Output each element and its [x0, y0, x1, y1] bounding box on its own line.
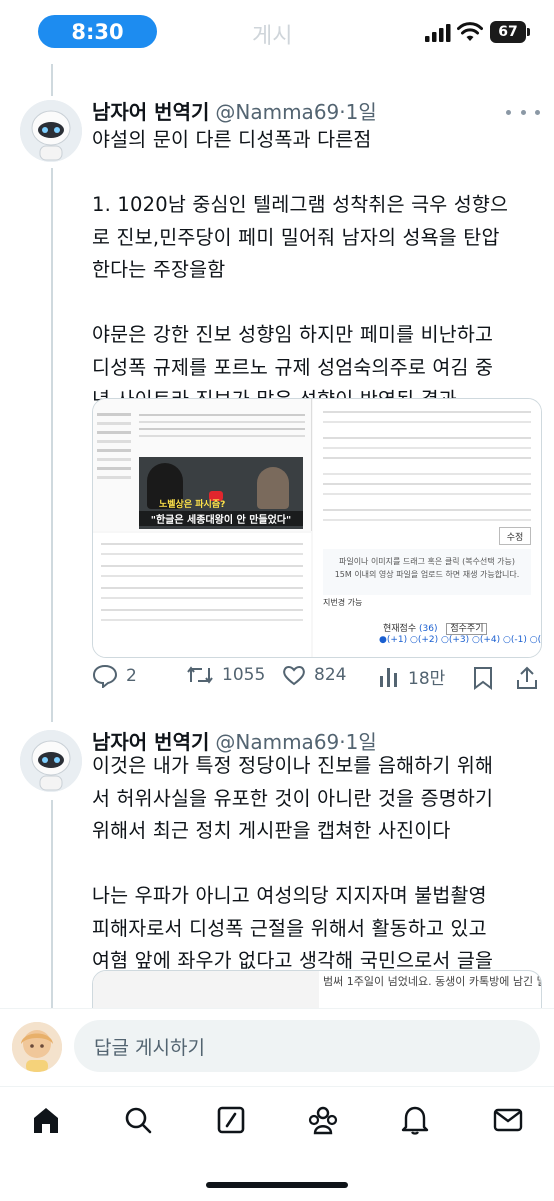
media-video-frame: 노벨상은 파시즘? "한글은 세종대왕이 안 만들었다" [139, 457, 303, 529]
media-left-panel: 노벨상은 파시즘? "한글은 세종대왕이 안 만들었다" [93, 399, 312, 531]
upload-note-2: 15M 이내의 영상 파일을 업로드 하면 재생 가능합니다. [334, 570, 520, 579]
share-icon[interactable] [516, 666, 538, 690]
battery-icon: 67 [490, 21, 526, 43]
media-preview-text: 범써 1주일이 넘었네요. 동생이 카톡방에 남긴 말, 캐나다사 [323, 975, 541, 988]
media-comments [93, 533, 311, 657]
bookmark-icon[interactable] [472, 666, 494, 690]
more-options-icon[interactable] [506, 102, 540, 122]
views-icon [380, 667, 397, 687]
video-label: 노벨상은 파시즘? [159, 500, 226, 510]
my-avatar[interactable] [12, 1022, 62, 1072]
video-caption: "한글은 세종대왕이 안 만들었다" [139, 511, 303, 526]
tab-messages[interactable] [488, 1100, 528, 1140]
display-name[interactable]: 남자어 번역기 [92, 100, 209, 124]
upload-note-1: 파일이나 이미지를 드래그 혹은 클릭 (복수선택 가능) [338, 557, 516, 566]
reply-input[interactable]: 답글 게시하기 [74, 1020, 540, 1072]
media-text-lines [139, 409, 305, 449]
tweet-header: 남자어 번역기 @Namma69·1일 [92, 96, 377, 125]
avatar-2[interactable] [20, 730, 82, 792]
thread-line-1 [51, 168, 53, 722]
tab-grok[interactable] [211, 1100, 251, 1140]
tweet-media[interactable]: 노벨상은 파시즘? "한글은 세종대왕이 안 만들었다" 수정 파일이나 이미지… [92, 398, 542, 658]
cellular-signal-icon [425, 24, 451, 42]
grok-icon [217, 1106, 245, 1134]
upload-box: 파일이나 이미지를 드래그 혹은 클릭 (복수선택 가능) 15M 이내의 영상… [323, 549, 531, 595]
reply-icon [92, 664, 118, 688]
score-button: 점수주기 [446, 623, 488, 635]
reply-button[interactable]: 2 [92, 664, 137, 688]
robot-avatar-icon [20, 730, 82, 792]
battery-nub [527, 28, 530, 36]
tab-notifications[interactable] [395, 1100, 435, 1140]
bell-icon [401, 1106, 429, 1135]
search-icon [125, 1107, 152, 1134]
thread-line-top [51, 64, 53, 96]
media-tags: 지번경 가능 [323, 598, 363, 607]
tab-communities[interactable] [303, 1100, 343, 1140]
user-handle[interactable]: @Namma69 [215, 100, 339, 124]
header-title: 게시 [252, 24, 293, 49]
tweet-text: 야설의 문이 다른 디성폭과 다른점 1. 1020남 중심인 텔레그램 성착취… [92, 128, 509, 411]
score-value: (36) [419, 624, 438, 634]
mail-icon [493, 1108, 523, 1132]
person-silhouette-icon-2 [257, 467, 289, 509]
views-button[interactable]: 18만 [378, 664, 445, 689]
like-count: 824 [314, 665, 347, 685]
score-options: ●(+1) ○(+2) ○(+3) ○(+4) ○(-1) ○(-2) ○(-3… [379, 635, 542, 645]
like-button[interactable]: 824 [282, 664, 346, 686]
thread-line-2 [51, 800, 53, 1010]
heart-icon [283, 666, 305, 686]
tab-home[interactable] [26, 1100, 66, 1140]
reply-count: 2 [126, 666, 137, 686]
communities-icon [308, 1106, 338, 1135]
score-row: 현재점수 (36) 점수주기 [383, 621, 488, 635]
tweet-time[interactable]: 1일 [346, 100, 377, 124]
home-icon [34, 1108, 58, 1133]
media-preview-left [93, 971, 319, 1011]
tweet-media-2[interactable]: 범써 1주일이 넘었네요. 동생이 카톡방에 남긴 말, 캐나다사 [92, 970, 542, 1012]
edit-button: 수정 [499, 527, 531, 545]
tweet-actions: 2 1055 824 18만 [0, 664, 554, 694]
home-indicator [206, 1182, 348, 1188]
user-avatar-icon [12, 1022, 62, 1072]
wifi-icon [457, 22, 483, 41]
robot-avatar-icon [20, 100, 82, 162]
tab-search[interactable] [118, 1100, 158, 1140]
media-sidebar [97, 407, 131, 527]
avatar[interactable] [20, 100, 82, 162]
retweet-button[interactable]: 1055 [186, 664, 265, 686]
score-label: 현재점수 [383, 624, 417, 634]
view-count: 18만 [408, 669, 446, 689]
retweet-count: 1055 [222, 665, 266, 685]
retweet-icon [187, 666, 213, 684]
media-right-panel: 수정 파일이나 이미지를 드래그 혹은 클릭 (복수선택 가능) 15M 이내의… [313, 399, 541, 657]
status-time[interactable]: 8:30 [38, 15, 157, 48]
